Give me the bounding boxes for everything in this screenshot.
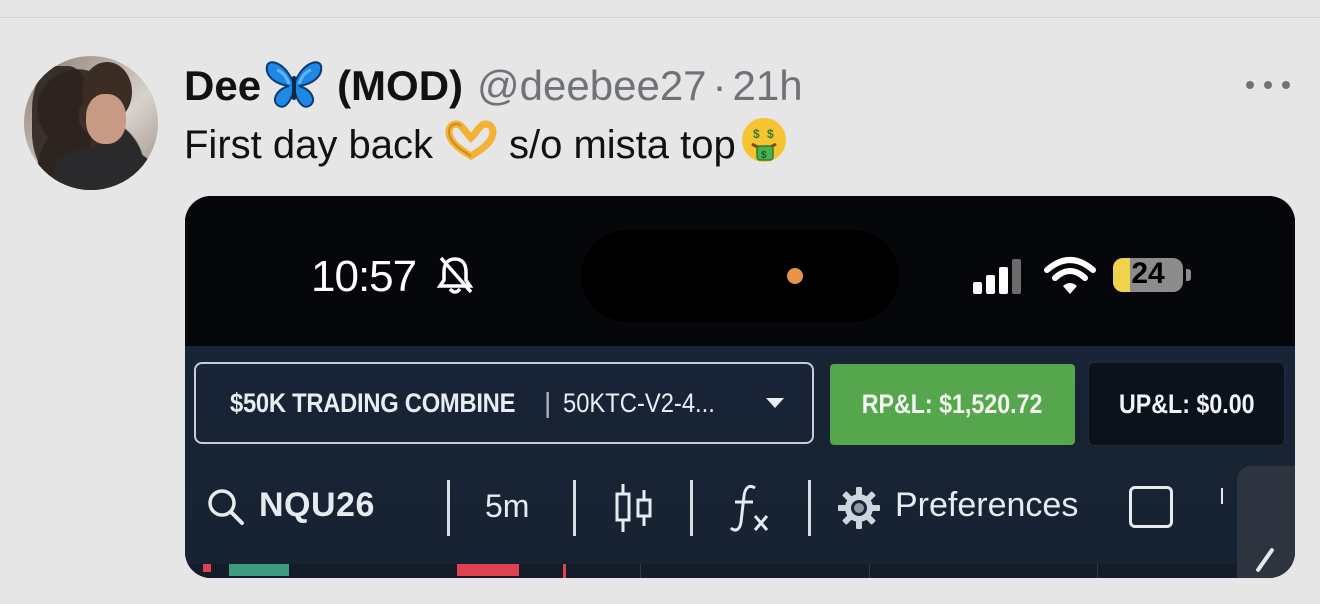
account-name: $50K TRADING COMBINE: [230, 387, 516, 418]
svg-text:$: $: [761, 150, 767, 161]
realized-pnl-badge[interactable]: RP&L: $1,520.72: [830, 364, 1075, 445]
battery-indicator: 24: [1113, 256, 1193, 296]
phone-status-bar: 10:57 24: [185, 196, 1295, 346]
tweet-time[interactable]: 21h: [733, 62, 803, 110]
tweet-text: First day back s/o mista top $ $ $: [184, 118, 800, 170]
unrealized-pnl-badge[interactable]: UP&L: $0.00: [1088, 362, 1285, 446]
dynamic-island: [581, 230, 899, 322]
gear-icon[interactable]: [837, 486, 881, 530]
toolbar-divider: [447, 480, 450, 536]
heart-hands-icon: [445, 120, 497, 170]
toolbar-divider: [808, 480, 811, 536]
candle-wick: [563, 564, 566, 578]
account-separator: |: [544, 387, 552, 418]
tweet-image[interactable]: 10:57 24 $50K TRADING COMBINE | 50KTC-V2…: [185, 196, 1295, 578]
indicators-fx-icon[interactable]: [729, 482, 773, 534]
camera-indicator: [787, 268, 803, 284]
toolbar-checkbox[interactable]: [1129, 486, 1173, 528]
user-handle[interactable]: @deebee27: [477, 62, 707, 110]
tweet-text-part2: s/o mista top: [508, 122, 736, 167]
status-clock: 10:57: [311, 252, 417, 301]
realized-pnl-label: RP&L: $1,520.72: [862, 389, 1043, 419]
chart-area[interactable]: [185, 564, 1237, 578]
account-dropdown[interactable]: $50K TRADING COMBINE | 50KTC-V2-4...: [194, 362, 814, 444]
cut-off-icon: [1221, 488, 1229, 504]
avatar[interactable]: [24, 56, 158, 190]
cellular-signal-icon: [973, 259, 1021, 294]
interval-selector[interactable]: 5m: [485, 488, 529, 525]
chart-toolbar: NQU26 5m Preferences: [185, 468, 1295, 548]
butterfly-icon: [265, 58, 323, 115]
display-name[interactable]: Dee: [184, 62, 261, 110]
candle: [203, 564, 211, 572]
toolbar-divider: [690, 480, 693, 536]
preferences-button[interactable]: Preferences: [895, 486, 1078, 525]
tweet-text-part1: First day back: [184, 122, 433, 167]
unrealized-pnl-label: UP&L: $0.00: [1118, 388, 1255, 419]
money-mouth-face-icon: $ $ $: [740, 116, 788, 174]
candle: [457, 564, 519, 576]
separator-dot: ·: [712, 62, 727, 109]
chevron-down-icon: [766, 398, 784, 408]
svg-text:$: $: [753, 127, 760, 141]
side-panel-edge[interactable]: [1237, 466, 1295, 578]
battery-percent: 24: [1131, 257, 1165, 290]
toolbar-divider: [573, 480, 576, 536]
bell-muted-icon: [436, 256, 474, 294]
svg-text:$: $: [767, 127, 774, 141]
candle: [229, 564, 289, 576]
candlestick-icon[interactable]: [613, 480, 655, 536]
top-divider: [0, 17, 1320, 18]
more-options-icon[interactable]: [1246, 78, 1290, 92]
account-id: 50KTC-V2-4...: [563, 387, 716, 418]
search-icon[interactable]: [207, 488, 245, 526]
symbol-selector[interactable]: NQU26: [259, 486, 375, 525]
mod-label: (MOD): [337, 62, 464, 109]
tweet-header: Dee (MOD) @deebee27 · 21h: [184, 60, 803, 112]
wifi-icon: [1044, 257, 1096, 294]
